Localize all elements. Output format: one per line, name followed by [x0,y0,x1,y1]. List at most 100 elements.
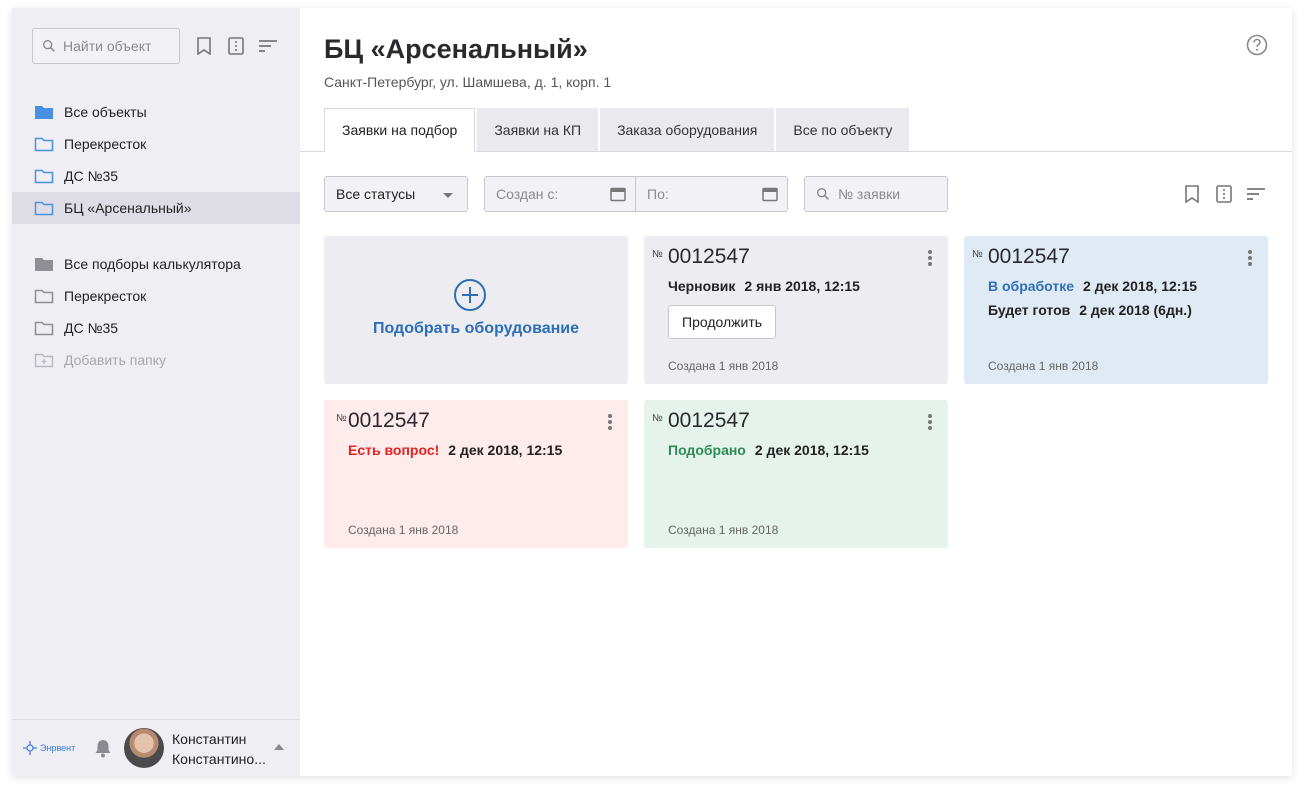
created-from-placeholder: Создан с: [496,186,559,202]
number-sign: № [336,413,347,424]
request-card[interactable]: № 0012547 Есть вопрос! 2 дек 2018, 12:15 … [324,400,628,548]
folder-filled-blue-icon [34,104,54,120]
tab-selection-requests[interactable]: Заявки на подбор [324,108,476,152]
request-number-search-input[interactable]: № заявки [804,176,948,212]
tab-all-by-object[interactable]: Все по объекту [776,108,910,152]
folder-outline-icon [34,168,54,184]
status-line: Есть вопрос! 2 дек 2018, 12:15 [348,442,562,458]
status-badge: Черновик [668,278,736,294]
request-number: 0012547 [668,409,750,432]
more-menu-icon[interactable] [928,414,932,430]
request-number: 0012547 [348,409,430,432]
tree-item-label: ДС №35 [64,320,119,336]
page-title: БЦ «Арсенальный» [324,34,588,64]
folder-add-icon [34,352,54,368]
user-name-line1: Константин [172,731,247,747]
status-date: 2 дек 2018, 12:15 [448,442,563,458]
tree-item-calc-perekrestok[interactable]: Перекресток [12,280,300,312]
status-select-value: Все статусы [336,186,416,202]
continue-button[interactable]: Продолжить [668,305,777,339]
folder-filled-gray-icon [34,256,54,272]
calendar-icon[interactable] [762,186,778,205]
request-card[interactable]: № 0012547 В обработке 2 дек 2018, 12:15 Б… [964,236,1268,384]
sidebar: Найти объект Все объекты Перекресток ДС … [12,8,300,776]
add-equipment-card[interactable]: Подобрать оборудование [324,236,628,384]
filter-settings-icon[interactable] [226,36,246,56]
folder-outline-icon [34,320,54,336]
calendar-icon[interactable] [610,186,626,205]
more-menu-icon[interactable] [608,414,612,430]
status-date: 2 янв 2018, 12:15 [744,278,860,294]
status-badge: В обработке [988,278,1075,294]
help-icon[interactable] [1246,34,1268,61]
status-date: 2 дек 2018, 12:15 [754,442,869,458]
user-name[interactable]: Константин Константино... [172,729,272,769]
tree-item-ds35[interactable]: ДС №35 [12,160,300,192]
sort-icon[interactable] [1246,184,1266,204]
tree-item-all-objects[interactable]: Все объекты [12,96,300,128]
folder-outline-icon [34,288,54,304]
created-date: Создана 1 янв 2018 [668,359,779,373]
tree-item-label: ДС №35 [64,168,119,184]
tree-item-label: БЦ «Арсенальный» [64,200,192,216]
tab-kp-requests[interactable]: Заявки на КП [477,108,599,152]
add-circle-icon [453,278,487,317]
created-date: Создана 1 янв 2018 [348,523,459,537]
dropdown-arrow-icon [443,193,453,198]
tree-item-perekrestok[interactable]: Перекресток [12,128,300,160]
ready-value: 2 дек 2018 (6дн.) [1079,302,1192,318]
brand-name: Энрвент [40,743,76,753]
tree-item-all-calculator[interactable]: Все подборы калькулятора [12,248,300,280]
status-line: Подобрано 2 дек 2018, 12:15 [668,442,869,458]
sidebar-footer: Энрвент Константин Константино... [12,719,300,776]
more-menu-icon[interactable] [1248,250,1252,266]
number-sign: № [972,249,983,260]
page-subtitle-address: Санкт-Петербург, ул. Шамшева, д. 1, корп… [324,74,612,90]
tree-item-label: Все объекты [64,104,147,120]
number-sign: № [652,249,663,260]
main-content: БЦ «Арсенальный» Санкт-Петербург, ул. Ша… [300,8,1292,776]
tree-item-calc-ds35[interactable]: ДС №35 [12,312,300,344]
tree-item-bc-arsenalny[interactable]: БЦ «Арсенальный» [12,192,300,224]
search-placeholder: Найти объект [63,38,152,54]
sort-icon[interactable] [258,36,278,56]
object-search-input[interactable]: Найти объект [32,28,180,64]
user-menu-caret-icon[interactable] [274,744,284,750]
tree-item-label: Перекресток [64,136,147,152]
request-card[interactable]: № 0012547 Черновик 2 янв 2018, 12:15 Прод… [644,236,948,384]
add-folder-button[interactable]: Добавить папку [12,344,300,376]
request-number: 0012547 [988,245,1070,268]
filter-settings-icon[interactable] [1214,184,1234,204]
created-to-input[interactable]: По: [635,176,788,212]
bookmark-icon[interactable] [1182,184,1202,204]
user-name-line2: Константино... [172,751,266,767]
folder-outline-icon [34,136,54,152]
add-equipment-label: Подобрать оборудование [372,320,579,337]
avatar[interactable] [124,728,164,768]
app-window: Найти объект Все объекты Перекресток ДС … [12,8,1292,776]
status-badge: Есть вопрос! [348,442,440,458]
brand-logo[interactable]: Энрвент [22,740,75,756]
created-date: Создана 1 янв 2018 [668,523,779,537]
tree-item-label: Все подборы калькулятора [64,256,241,272]
add-folder-label: Добавить папку [64,352,166,368]
status-line: Черновик 2 янв 2018, 12:15 [668,278,860,294]
status-badge: Подобрано [668,442,746,458]
tab-equipment-orders[interactable]: Заказа оборудования [600,108,775,152]
search-icon [43,40,55,52]
request-card[interactable]: № 0012547 Подобрано 2 дек 2018, 12:15 Соз… [644,400,948,548]
status-select[interactable]: Все статусы [324,176,468,212]
ready-line: Будет готов 2 дек 2018 (6дн.) [988,302,1192,318]
status-date: 2 дек 2018, 12:15 [1083,278,1198,294]
created-from-input[interactable]: Создан с: [484,176,636,212]
bell-icon[interactable] [94,738,112,763]
created-to-placeholder: По: [647,186,669,202]
tree-item-label: Перекресток [64,288,147,304]
created-date: Создана 1 янв 2018 [988,359,1099,373]
request-number-placeholder: № заявки [838,186,901,202]
status-line: В обработке 2 дек 2018, 12:15 [988,278,1197,294]
request-number: 0012547 [668,245,750,268]
bookmark-icon[interactable] [194,36,214,56]
number-sign: № [652,413,663,424]
more-menu-icon[interactable] [928,250,932,266]
